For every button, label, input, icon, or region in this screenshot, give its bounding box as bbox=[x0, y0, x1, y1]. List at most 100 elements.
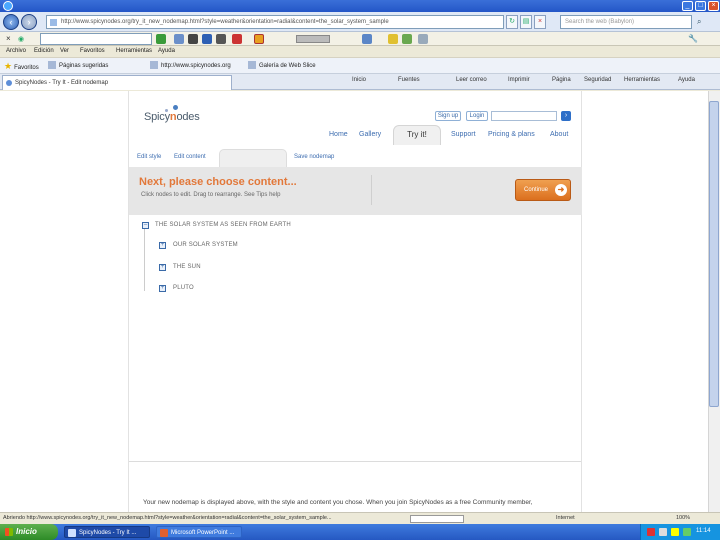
toolbar-icon-4[interactable] bbox=[216, 34, 226, 44]
favorites-bar: ★ Favoritos Páginas sugeridas http://www.… bbox=[0, 58, 720, 74]
tab-title: SpicyNodes - Try It - Edit nodemap bbox=[15, 80, 109, 86]
subtab-save-nodemap[interactable]: Save nodemap bbox=[294, 154, 334, 160]
tab-row: SpicyNodes - Try It - Edit nodemap Inici… bbox=[0, 74, 720, 90]
stop-icon[interactable]: × bbox=[534, 15, 546, 29]
close-toolbar-icon[interactable]: × bbox=[6, 34, 11, 43]
scrollbar-thumb[interactable] bbox=[709, 101, 719, 407]
cmd-fuentes[interactable]: Fuentes bbox=[398, 77, 420, 83]
expand-node-icon[interactable]: + bbox=[159, 242, 166, 249]
start-button[interactable]: Inicio bbox=[0, 524, 58, 540]
toolbar-icon-1[interactable] bbox=[174, 34, 184, 44]
favorite-label: http://www.spicynodes.org bbox=[161, 63, 231, 69]
favorite-label: Galería de Web Slice bbox=[259, 63, 316, 69]
nav-try-it[interactable]: Try it! bbox=[393, 125, 441, 145]
toolbar-star-icon[interactable] bbox=[254, 34, 264, 44]
continue-button[interactable]: Continue ➜ bbox=[515, 179, 571, 201]
cmd-imprimir[interactable]: Imprimir bbox=[508, 77, 530, 83]
page-viewport: Spicynodes Sign up Login › Home Gallery … bbox=[0, 91, 708, 512]
tray-icon[interactable] bbox=[659, 528, 667, 536]
status-text: Abriendo http://www.spicynodes.org/try_i… bbox=[3, 515, 332, 521]
toolbar-icon-2[interactable] bbox=[188, 34, 198, 44]
search-placeholder: Search the web (Babylon) bbox=[565, 19, 635, 25]
nav-about[interactable]: About bbox=[550, 131, 568, 138]
address-text: http://www.spicynodes.org/try_it_new_nod… bbox=[61, 19, 389, 25]
toolbar-icon-5[interactable] bbox=[232, 34, 242, 44]
menu-herramientas[interactable]: Herramientas bbox=[116, 48, 152, 54]
toolbar-icon-3[interactable] bbox=[202, 34, 212, 44]
menu-edicion[interactable]: Edición bbox=[34, 48, 54, 54]
favorite-item[interactable]: Páginas sugeridas bbox=[48, 61, 108, 71]
close-button[interactable]: × bbox=[708, 1, 719, 11]
taskbar-item-powerpoint[interactable]: Microsoft PowerPoint ... bbox=[156, 526, 242, 538]
toolbar-slider[interactable] bbox=[296, 35, 330, 43]
forward-button[interactable]: › bbox=[21, 14, 37, 30]
taskbar-item-label: SpicyNodes - Try It ... bbox=[79, 530, 137, 536]
back-button[interactable]: ‹ bbox=[3, 14, 19, 30]
toolbar-icon-9[interactable] bbox=[418, 34, 428, 44]
maximize-button[interactable]: □ bbox=[695, 1, 706, 11]
cmd-pagina[interactable]: Página bbox=[552, 77, 571, 83]
toolbar-logo-icon: ◉ bbox=[18, 36, 25, 43]
banner-title: Next, please choose content... bbox=[139, 176, 297, 188]
subtab-edit-style[interactable]: Edit style bbox=[137, 154, 161, 160]
login-field[interactable] bbox=[491, 111, 557, 121]
spicynodes-page: Spicynodes Sign up Login › Home Gallery … bbox=[128, 91, 582, 512]
minimize-button[interactable]: _ bbox=[682, 1, 693, 11]
tray-icon[interactable] bbox=[671, 528, 679, 536]
toolbar-icon-7[interactable] bbox=[388, 34, 398, 44]
cmd-seguridad[interactable]: Seguridad bbox=[584, 77, 611, 83]
expand-node-icon[interactable]: + bbox=[159, 285, 166, 292]
cmd-inicio[interactable]: Inicio bbox=[352, 77, 366, 83]
toolbar-go-icon[interactable] bbox=[156, 34, 166, 44]
tree-node-label[interactable]: THE SUN bbox=[173, 264, 201, 270]
tree-root-label[interactable]: THE SOLAR SYSTEM AS SEEN FROM EARTH bbox=[155, 222, 291, 228]
menu-archivo[interactable]: Archivo bbox=[6, 48, 26, 54]
status-zone: Internet bbox=[556, 515, 575, 521]
search-input[interactable]: Search the web (Babylon) bbox=[560, 15, 692, 29]
search-icon[interactable]: ⌕ bbox=[697, 17, 701, 27]
login-go-icon[interactable]: › bbox=[561, 111, 571, 121]
tray-icon[interactable] bbox=[683, 528, 691, 536]
tree-node-label[interactable]: OUR SOLAR SYSTEM bbox=[173, 242, 238, 248]
refresh-icon[interactable]: ↻ bbox=[506, 15, 518, 29]
tree-node-label[interactable]: PLUTO bbox=[173, 285, 194, 291]
nav-pricing[interactable]: Pricing & plans bbox=[488, 131, 535, 138]
signup-button[interactable]: Sign up bbox=[435, 111, 461, 121]
wrench-icon[interactable]: 🔧 bbox=[688, 34, 698, 43]
nav-gallery[interactable]: Gallery bbox=[359, 131, 381, 138]
powerpoint-icon bbox=[160, 529, 168, 537]
favorite-page-icon bbox=[248, 61, 256, 70]
tree-connector bbox=[144, 229, 145, 291]
menu-favoritos[interactable]: Favoritos bbox=[80, 48, 105, 54]
nav-support[interactable]: Support bbox=[451, 131, 476, 138]
browser-tab-active[interactable]: SpicyNodes - Try It - Edit nodemap bbox=[2, 75, 232, 90]
cmd-ayuda[interactable]: Ayuda bbox=[678, 77, 695, 83]
taskbar: Inicio SpicyNodes - Try It ... Microsoft… bbox=[0, 524, 720, 540]
instruction-banner: Next, please choose content... Click nod… bbox=[129, 167, 582, 215]
taskbar-item-browser[interactable]: SpicyNodes - Try It ... bbox=[64, 526, 150, 538]
address-input[interactable]: http://www.spicynodes.org/try_it_new_nod… bbox=[46, 15, 504, 29]
star-icon: ★ bbox=[4, 61, 13, 71]
menu-ver[interactable]: Ver bbox=[60, 48, 69, 54]
banner-subtitle: Click nodes to edit. Drag to rearrange. … bbox=[141, 192, 281, 198]
tray-icon[interactable] bbox=[647, 528, 655, 536]
expand-node-icon[interactable]: + bbox=[159, 264, 166, 271]
favorites-button[interactable]: ★ Favoritos bbox=[4, 61, 39, 71]
logo-text-left: Spicy bbox=[144, 111, 170, 123]
login-button[interactable]: Login bbox=[466, 111, 488, 121]
subtab-edit-content[interactable]: Edit content bbox=[174, 154, 206, 160]
favorite-item[interactable]: http://www.spicynodes.org bbox=[150, 61, 231, 71]
toolbar-search-input[interactable] bbox=[40, 33, 152, 45]
toolbar-icon-8[interactable] bbox=[402, 34, 412, 44]
zoom-level[interactable]: 100% bbox=[676, 515, 690, 521]
cmd-leer-correo[interactable]: Leer correo bbox=[456, 77, 487, 83]
nav-home[interactable]: Home bbox=[329, 131, 348, 138]
compatibility-icon[interactable]: ▤ bbox=[520, 15, 532, 29]
cmd-herramientas[interactable]: Herramientas bbox=[624, 77, 660, 83]
favorite-label: Páginas sugeridas bbox=[59, 63, 109, 69]
menu-ayuda[interactable]: Ayuda bbox=[158, 48, 175, 54]
spicynodes-logo[interactable]: Spicynodes bbox=[144, 111, 200, 123]
collapse-node-icon[interactable]: – bbox=[142, 222, 149, 229]
toolbar-icon-6[interactable] bbox=[362, 34, 372, 44]
favorite-item[interactable]: Galería de Web Slice bbox=[248, 61, 316, 71]
